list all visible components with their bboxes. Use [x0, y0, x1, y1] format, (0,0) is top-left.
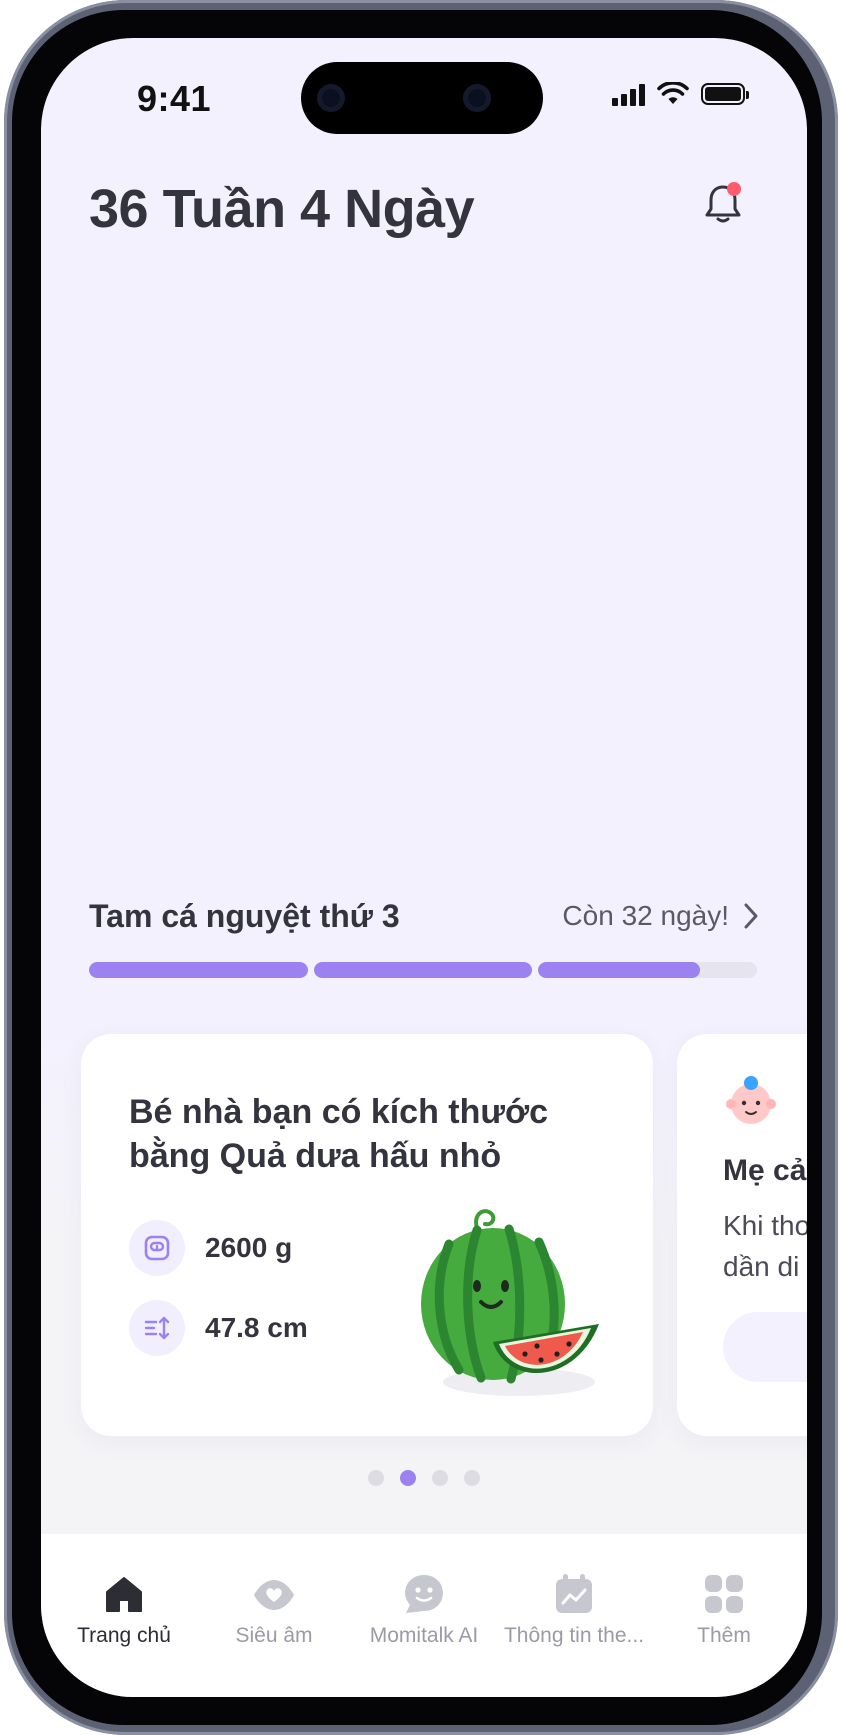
weight-row: 2600 g: [129, 1220, 292, 1276]
mother-tip-button[interactable]: [723, 1312, 807, 1382]
weight-value: 2600 g: [205, 1232, 293, 1263]
trimester-segment-3: [538, 962, 758, 978]
nav-item-ultrasound[interactable]: Siêu âm: [199, 1534, 349, 1697]
status-icons: [612, 82, 749, 106]
pager-dot[interactable]: [400, 1470, 416, 1486]
trimester-progress: [89, 962, 758, 978]
nav-label-momitalk: Momitalk AI: [369, 1624, 479, 1647]
bell-icon[interactable]: [697, 178, 749, 230]
scale-icon: [129, 1220, 185, 1276]
trimester-segment-3-fill: [538, 962, 701, 978]
carousel-pager: [41, 1470, 807, 1486]
bottom-navigation: Trang chủ Siêu âm Momitalk AI Thông tin …: [41, 1534, 807, 1697]
nav-item-tracking[interactable]: Thông tin the...: [499, 1534, 649, 1697]
home-icon: [106, 1577, 142, 1612]
baby-size-heading: Bé nhà bạn có kích thước bằng Quả dưa hấ…: [129, 1093, 549, 1176]
nav-item-home[interactable]: Trang chủ: [49, 1534, 199, 1697]
cellular-signal-icon: [612, 82, 645, 106]
mother-tip-line-2: dần di: [723, 1250, 800, 1282]
ultrasound-icon: [254, 1580, 294, 1610]
nav-item-more[interactable]: Thêm: [649, 1534, 799, 1697]
length-row: 47.8 cm: [129, 1300, 308, 1356]
watermelon-illustration: [421, 1209, 599, 1396]
trimester-remaining-text: Còn 32 ngày!: [562, 900, 729, 931]
nav-label-home: Trang chủ: [77, 1624, 171, 1647]
pager-dot[interactable]: [432, 1470, 448, 1486]
trimester-segment-1-fill: [89, 962, 308, 978]
status-time: 9:41: [137, 78, 212, 119]
pager-dot[interactable]: [368, 1470, 384, 1486]
grid-icon: [705, 1575, 743, 1613]
notification-dot: [727, 182, 741, 196]
camera-lens-icon: [317, 84, 345, 112]
mother-tip-card[interactable]: Mẹ cả Khi thơ dần di: [677, 1034, 807, 1436]
dynamic-island: [301, 62, 543, 134]
trimester-segment-2-fill: [313, 962, 533, 978]
baby-size-card[interactable]: Bé nhà bạn có kích thước bằng Quả dưa hấ…: [81, 1034, 653, 1436]
nav-label-tracking: Thông tin the...: [503, 1624, 645, 1647]
height-ruler-icon: [129, 1300, 185, 1356]
trimester-remaining-link[interactable]: Còn 32 ngày!: [562, 900, 759, 932]
app-screen: 9:41 36 Tuần 4 Ngày Tam cá nguyệt thứ 3 …: [41, 38, 807, 1697]
nav-item-momitalk[interactable]: Momitalk AI: [349, 1534, 499, 1697]
trimester-segment-2: [313, 962, 533, 978]
sensor-icon: [463, 84, 491, 112]
mother-tip-text: Khi thơ dần di: [723, 1206, 807, 1287]
mother-tip-title: Mẹ cả: [723, 1154, 807, 1187]
length-value: 47.8 cm: [205, 1312, 308, 1343]
page-title: 36 Tuần 4 Ngày: [89, 179, 475, 239]
nav-label-ultrasound: Siêu âm: [235, 1624, 313, 1647]
nav-label-more: Thêm: [697, 1624, 751, 1647]
trimester-label: Tam cá nguyệt thứ 3: [89, 898, 400, 934]
calendar-chart-icon: [556, 1574, 592, 1613]
baby-face-icon: [726, 1076, 776, 1124]
mother-tip-line-1: Khi thơ: [723, 1210, 807, 1241]
chevron-right-icon: [744, 903, 758, 929]
trimester-segment-1: [89, 962, 308, 978]
chat-icon: [405, 1575, 443, 1613]
battery-icon: [701, 83, 749, 105]
pager-dot[interactable]: [464, 1470, 480, 1486]
wifi-icon: [657, 82, 689, 104]
